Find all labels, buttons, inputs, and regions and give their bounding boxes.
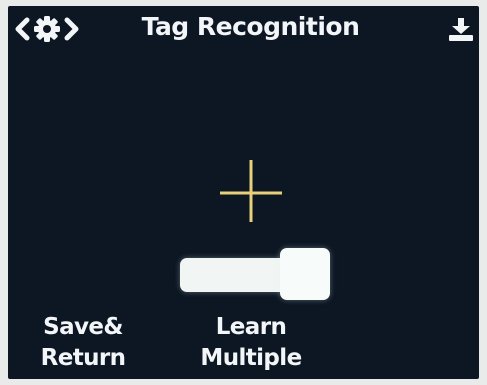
crosshair-icon — [218, 158, 284, 224]
function-switcher[interactable] — [12, 14, 82, 44]
learn-multiple-label: Learn Multiple — [181, 312, 321, 374]
chevron-right-icon[interactable] — [62, 15, 82, 43]
learn-multiple-label-line2: Multiple — [200, 345, 302, 371]
toggle-thumb[interactable] — [280, 248, 330, 300]
learn-multiple-label-line1: Learn — [215, 314, 287, 340]
save-return-label-line2: Return — [40, 345, 126, 371]
gear-icon[interactable] — [33, 15, 61, 43]
chevron-left-icon[interactable] — [12, 15, 32, 43]
download-icon[interactable] — [448, 18, 474, 47]
top-bar: Tag Recognition — [8, 6, 479, 58]
page-title: Tag Recognition — [141, 12, 360, 41]
save-return-button[interactable]: Save& Return — [18, 312, 148, 374]
device-screen: Tag Recognition Save& Return Learn Multi… — [8, 6, 479, 379]
save-return-label-line1: Save& — [43, 314, 123, 340]
